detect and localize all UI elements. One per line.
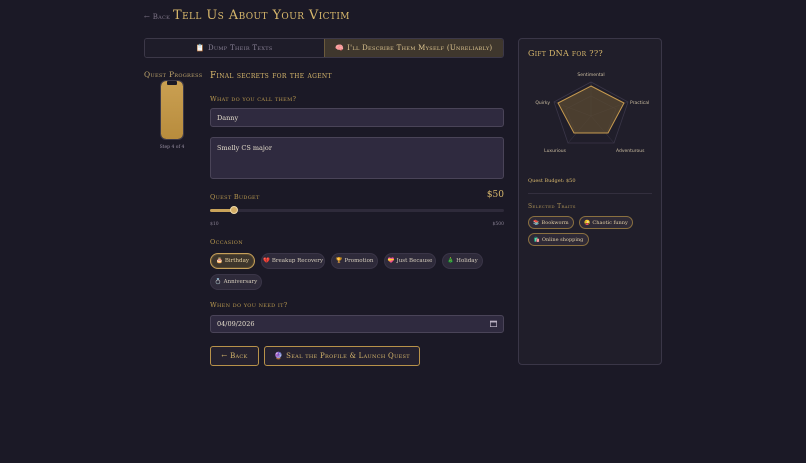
chip-label: Birthday bbox=[224, 258, 249, 264]
page-title: Tell Us About Your Victim bbox=[173, 8, 350, 23]
budget-value: $50 bbox=[486, 190, 504, 200]
budget-max-label: $500 bbox=[492, 222, 504, 227]
launch-label: Seal the Profile & Launch Quest bbox=[286, 352, 410, 360]
radar-axis-practical: Practical bbox=[630, 100, 649, 106]
budget-label: Quest Budget bbox=[210, 193, 260, 201]
occasion-chip-promotion[interactable]: 🏆 Promotion bbox=[331, 253, 378, 269]
occasion-label: Occasion bbox=[210, 238, 243, 246]
trophy-icon: 🏆 bbox=[335, 258, 343, 264]
trait-label: Online shopping bbox=[541, 236, 584, 243]
broken-heart-icon: 💔 bbox=[262, 258, 270, 264]
mode-tabs: 📋 Dump Their Texts 🧠 I'll Describe Them … bbox=[144, 38, 504, 58]
panel-title: Gift DNA for ??? bbox=[528, 49, 604, 58]
silly-face-icon: 😜 bbox=[584, 219, 591, 226]
radar-axis-sentimental: Sentimental bbox=[577, 72, 604, 78]
budget-slider-thumb[interactable] bbox=[230, 206, 238, 214]
occasion-chip-breakup-recovery[interactable]: 💔 Breakup Recovery bbox=[261, 253, 325, 269]
name-input[interactable]: Danny bbox=[210, 108, 504, 127]
radar-axis-quirky: Quirky bbox=[535, 100, 550, 106]
occasion-chip-holiday[interactable]: 🎄 Holiday bbox=[442, 253, 483, 269]
notes-textarea[interactable]: Smelly CS major bbox=[210, 137, 504, 179]
section-title: Final secrets for the agent bbox=[210, 71, 332, 81]
chip-label: Just Because bbox=[396, 258, 433, 264]
radar-axis-adventurous: Adventurous bbox=[616, 148, 645, 154]
occasion-chip-anniversary[interactable]: 💍 Anniversary bbox=[210, 274, 262, 290]
books-icon: 📚 bbox=[533, 219, 540, 226]
back-link[interactable]: ← Back bbox=[144, 13, 170, 21]
gift-dna-radar: Sentimental Practical Adventurous Luxuri… bbox=[535, 72, 649, 154]
panel-budget-text: Quest Budget: $50 bbox=[528, 178, 576, 184]
trait-label: Chaotic funny bbox=[592, 219, 628, 226]
trait-chip-chaotic-funny[interactable]: 😜 Chaotic funny bbox=[579, 216, 633, 229]
occasion-chip-just-because[interactable]: 💝 Just Because bbox=[384, 253, 436, 269]
chip-label: Anniversary bbox=[223, 279, 258, 285]
clipboard-icon: 📋 bbox=[195, 44, 205, 52]
date-label: When do you need it? bbox=[210, 301, 288, 309]
trait-chip-online-shopping[interactable]: 🛍️ Online shopping bbox=[528, 233, 589, 246]
ring-icon: 💍 bbox=[214, 279, 222, 285]
brain-icon: 🧠 bbox=[335, 44, 345, 52]
crystal-ball-icon: 🔮 bbox=[274, 352, 284, 360]
date-value: 04/09/2026 bbox=[217, 320, 255, 328]
progress-fill bbox=[161, 81, 183, 139]
name-label: What do you call them? bbox=[210, 95, 297, 103]
progress-tube bbox=[160, 80, 184, 140]
calendar-icon[interactable] bbox=[490, 320, 497, 329]
radar-axis-luxurious: Luxurious bbox=[544, 148, 567, 154]
tab-label: I'll Describe Them Myself (Unreliably) bbox=[347, 44, 493, 52]
tab-describe-myself[interactable]: 🧠 I'll Describe Them Myself (Unreliably) bbox=[323, 39, 503, 57]
date-input[interactable]: 04/09/2026 bbox=[210, 315, 504, 333]
traits-label: Selected Traits bbox=[528, 203, 576, 210]
progress-label: Quest Progress bbox=[144, 70, 203, 79]
budget-slider-track[interactable] bbox=[210, 209, 504, 212]
tab-label: Dump Their Texts bbox=[207, 44, 273, 52]
budget-min-label: $10 bbox=[210, 222, 219, 227]
chip-label: Promotion bbox=[344, 258, 374, 264]
back-button[interactable]: ← Back bbox=[210, 346, 259, 366]
progress-step-text: Step 4 of 4 bbox=[159, 145, 185, 150]
radar-shape bbox=[557, 85, 625, 134]
progress-cap bbox=[167, 81, 177, 85]
trait-label: Bookworm bbox=[541, 219, 569, 226]
trait-chip-bookworm[interactable]: 📚 Bookworm bbox=[528, 216, 574, 229]
chip-label: Holiday bbox=[456, 258, 478, 264]
launch-quest-button[interactable]: 🔮 Seal the Profile & Launch Quest bbox=[264, 346, 420, 366]
chip-label: Breakup Recovery bbox=[271, 258, 324, 264]
heart-gift-icon: 💝 bbox=[387, 258, 395, 264]
panel-divider bbox=[528, 193, 652, 194]
tree-icon: 🎄 bbox=[447, 258, 455, 264]
cake-icon: 🎂 bbox=[216, 258, 223, 264]
shopping-bags-icon: 🛍️ bbox=[533, 236, 540, 243]
occasion-chip-birthday[interactable]: 🎂 Birthday bbox=[210, 253, 255, 269]
tab-dump-texts[interactable]: 📋 Dump Their Texts bbox=[145, 39, 324, 57]
